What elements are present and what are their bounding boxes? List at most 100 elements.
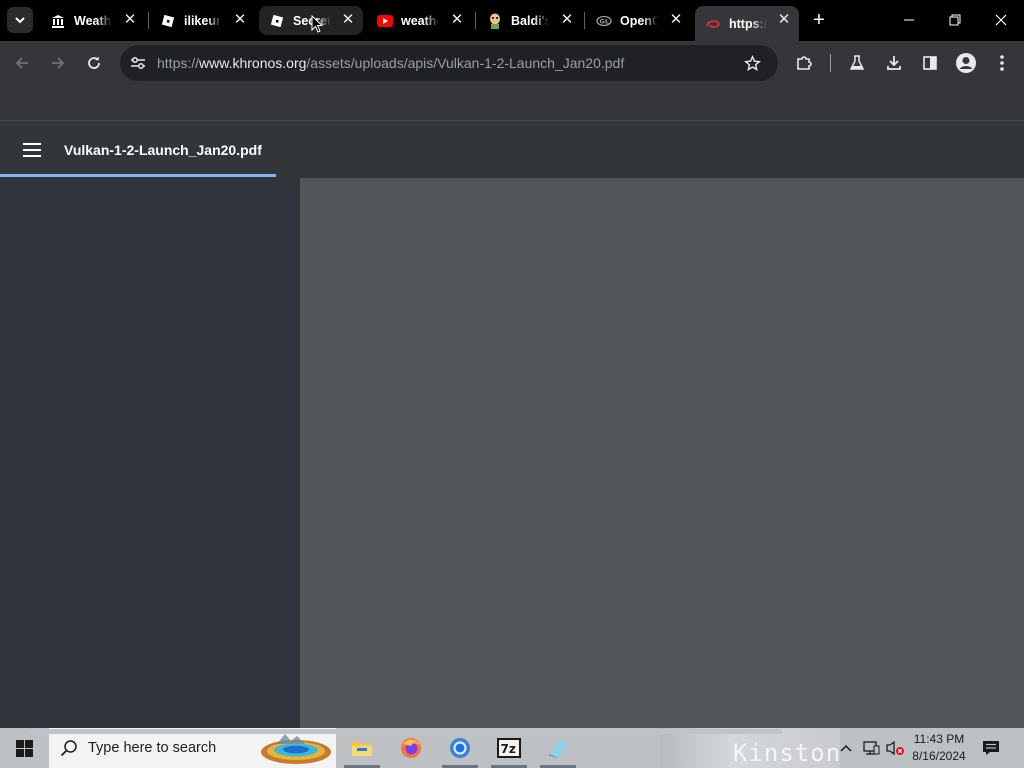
taskbar-file-explorer[interactable] <box>338 728 386 768</box>
tab-strip: Weather ✕ ilikeurbanism ✕ Secret ✕ weath… <box>0 0 1024 41</box>
search-placeholder: Type here to search <box>88 740 217 756</box>
pdf-viewport[interactable] <box>300 178 1024 728</box>
svg-text:7z: 7z <box>501 742 516 756</box>
7zip-icon: 7z <box>497 738 521 758</box>
profile-button[interactable] <box>954 51 978 75</box>
downloads-button[interactable] <box>882 51 906 75</box>
tab-title: https:// <box>729 16 767 31</box>
reload-icon <box>88 56 100 69</box>
tune-icon <box>131 57 145 69</box>
network-button[interactable] <box>860 728 882 768</box>
forward-button[interactable] <box>46 51 70 75</box>
search-icon <box>60 740 77 757</box>
menu-icon <box>23 143 41 157</box>
tab-close-button[interactable]: ✕ <box>558 11 576 29</box>
chrome-menu-button[interactable] <box>990 51 1014 75</box>
tab-close-button[interactable]: ✕ <box>339 11 357 29</box>
start-button[interactable] <box>0 728 48 768</box>
wallpaper-text: Kinston <box>733 739 842 767</box>
tab-close-button[interactable]: ✕ <box>775 11 793 29</box>
restore-button[interactable] <box>932 0 978 40</box>
tab-weather[interactable]: Weather ✕ <box>40 6 145 35</box>
horizontal-scrollbar[interactable] <box>30 729 782 734</box>
close-icon <box>995 14 1007 26</box>
firefox-icon <box>401 738 421 758</box>
tab-title: Baldi's <box>511 13 549 28</box>
baldi-icon <box>487 13 503 29</box>
taskbar-search-box[interactable]: Type here to search <box>49 728 336 768</box>
youtube-icon <box>377 13 393 29</box>
minimize-icon <box>904 19 914 21</box>
hot-spring-icon <box>261 734 331 764</box>
url-path: /assets/uploads/apis/Vulkan-1-2-Launch_J… <box>306 55 625 71</box>
new-tab-button[interactable]: + <box>807 8 831 32</box>
minimize-button[interactable] <box>886 0 932 40</box>
taskbar-7zip[interactable]: 7z <box>485 728 533 768</box>
eraser-icon <box>548 740 568 758</box>
system-clock[interactable]: 11:43 PM 8/16/2024 <box>908 731 970 765</box>
arrow-left-icon <box>15 57 28 69</box>
tab-title: OpenGL <box>620 13 658 28</box>
address-bar[interactable]: https://www.khronos.org/assets/uploads/a… <box>120 45 778 81</box>
notifications-button[interactable] <box>978 728 1004 768</box>
tab-close-button[interactable]: ✕ <box>231 11 249 29</box>
close-window-button[interactable] <box>978 0 1024 40</box>
volume-button[interactable] <box>884 728 906 768</box>
pdf-filename: Vulkan-1-2-Launch_Jan20.pdf <box>64 142 262 158</box>
pdf-thumbnail-sidebar <box>0 178 300 728</box>
extensions-button[interactable] <box>792 51 816 75</box>
tab-search-button[interactable] <box>7 7 33 33</box>
tab-close-button[interactable]: ✕ <box>121 11 139 29</box>
tab-close-button[interactable]: ✕ <box>448 11 466 29</box>
svg-text:GL: GL <box>600 17 609 25</box>
url-text[interactable]: https://www.khronos.org/assets/uploads/a… <box>157 55 624 71</box>
tab-separator <box>584 12 585 29</box>
clock-date: 8/16/2024 <box>912 749 966 763</box>
notification-icon <box>983 741 999 755</box>
tab-title: weather <box>401 13 439 28</box>
tab-separator <box>475 12 476 29</box>
back-button[interactable] <box>10 51 34 75</box>
tab-title: ilikeurbanism <box>184 13 222 28</box>
tab-khronos-pdf[interactable]: https:// ✕ <box>695 6 799 41</box>
chevron-up-icon <box>840 744 852 752</box>
taskbar-app[interactable] <box>534 728 582 768</box>
windows-icon <box>15 739 33 757</box>
reload-button[interactable] <box>82 51 106 75</box>
windows-taskbar: Kinston Type here to search 7z 11:43 PM … <box>0 728 1024 768</box>
tab-opengl[interactable]: GL OpenGL ✕ <box>586 6 691 35</box>
roblox-icon <box>160 13 176 29</box>
tab-title: Weather <box>74 13 112 28</box>
pdf-load-progress <box>0 174 276 177</box>
site-info-button[interactable] <box>128 53 148 73</box>
toolbar-divider <box>830 54 831 72</box>
khronos-icon <box>705 16 721 32</box>
pdf-sidebar-toggle[interactable] <box>20 138 44 162</box>
side-panel-icon <box>923 56 937 70</box>
tab-youtube-weather[interactable]: weather ✕ <box>367 6 472 35</box>
museum-icon <box>50 13 66 29</box>
more-vert-icon <box>1000 55 1004 71</box>
bookmark-star-button[interactable] <box>742 53 762 73</box>
download-icon <box>887 56 901 70</box>
taskbar-firefox[interactable] <box>387 728 435 768</box>
opengl-icon: GL <box>596 13 612 29</box>
arrow-right-icon <box>52 57 65 69</box>
chevron-down-icon <box>15 17 25 24</box>
taskbar-chrome[interactable] <box>436 728 484 768</box>
labs-button[interactable] <box>845 51 869 75</box>
flask-icon <box>849 55 865 70</box>
tab-ilikeurbanism[interactable]: ilikeurbanism ✕ <box>150 6 255 35</box>
tab-close-button[interactable]: ✕ <box>667 11 685 29</box>
pdf-toolbar: Vulkan-1-2-Launch_Jan20.pdf <box>0 121 1024 178</box>
browser-toolbar: https://www.khronos.org/assets/uploads/a… <box>0 41 1024 85</box>
puzzle-icon <box>797 56 812 70</box>
network-icon <box>863 741 880 755</box>
folder-icon <box>352 742 372 756</box>
roblox-icon <box>269 13 285 29</box>
tab-separator <box>148 12 149 29</box>
tab-baldis[interactable]: Baldi's ✕ <box>477 6 582 35</box>
mouse-cursor-icon <box>311 15 323 33</box>
show-hidden-icons-button[interactable] <box>836 728 856 768</box>
side-panel-button[interactable] <box>918 51 942 75</box>
